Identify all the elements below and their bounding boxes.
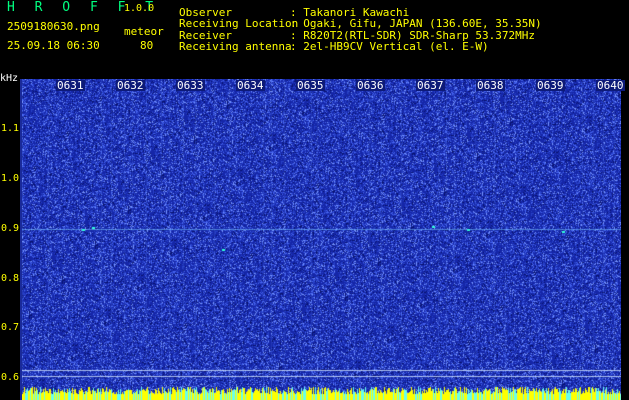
spectrogram-plot	[22, 79, 621, 400]
info-value-location: : Ogaki, Gifu, JAPAN (136.60E, 35.35N)	[290, 17, 542, 30]
mode-count: 80	[140, 39, 154, 52]
y-tick-label: 0.9	[1, 223, 20, 234]
y-tick-label: 1.1	[1, 123, 20, 134]
y-axis-unit: kHz	[0, 73, 19, 84]
x-tick-label: 0632	[116, 79, 145, 92]
x-tick-label: 0633	[176, 79, 205, 92]
y-tick-label: 0.8	[1, 273, 20, 284]
x-tick-label: 0636	[356, 79, 385, 92]
y-tick-label: 0.7	[1, 322, 20, 333]
info-key-location: Receiving Location	[179, 17, 299, 30]
x-tick-label: 0631	[56, 79, 85, 92]
y-tick-label: 1.0	[1, 173, 20, 184]
file-name: 2509180630.png	[7, 20, 100, 33]
x-tick-label: 0638	[476, 79, 505, 92]
info-key-antenna: Receiving antenna	[179, 40, 292, 53]
timestamp: 25.09.18 06:30	[7, 39, 100, 52]
x-tick-label: 0640	[596, 79, 625, 92]
x-tick-label: 0637	[416, 79, 445, 92]
mode-label: meteor	[124, 25, 164, 38]
y-tick-label: 0.6	[1, 372, 20, 383]
x-tick-label: 0639	[536, 79, 565, 92]
app-version: 1.0.0	[124, 3, 155, 14]
x-tick-label: 0635	[296, 79, 325, 92]
info-value-antenna: : 2el-HB9CV Vertical (el. E-W)	[290, 40, 489, 53]
x-tick-label: 0634	[236, 79, 265, 92]
